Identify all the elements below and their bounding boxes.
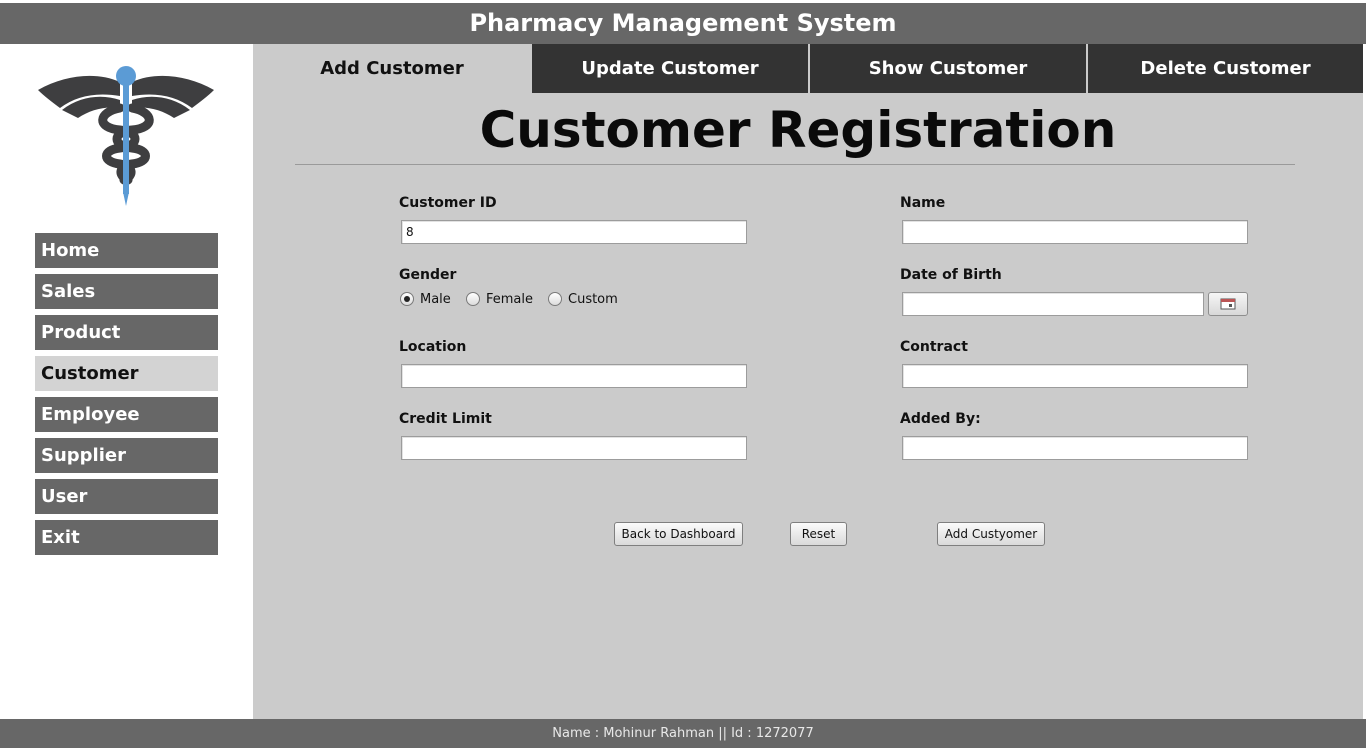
sidebar-item-label: Employee	[41, 404, 140, 425]
radio-unselected-icon	[548, 292, 562, 306]
sidebar-item-label: Home	[41, 240, 100, 261]
calendar-button[interactable]	[1208, 292, 1248, 316]
radio-selected-icon	[400, 292, 414, 306]
radio-label: Custom	[568, 291, 618, 307]
tab-update-customer[interactable]: Update Customer	[532, 44, 808, 93]
gender-radio-male[interactable]: Male	[400, 290, 451, 308]
add-customer-button[interactable]: Add Custyomer	[937, 522, 1045, 546]
radio-label: Female	[486, 291, 534, 307]
radio-unselected-icon	[466, 292, 480, 306]
gender-radio-female[interactable]: Female	[466, 290, 533, 308]
name-label: Name	[900, 195, 946, 211]
sidebar-item-label: Supplier	[41, 445, 126, 466]
sidebar-item-product[interactable]: Product	[35, 315, 218, 350]
sidebar-item-home[interactable]: Home	[35, 233, 218, 268]
sidebar-item-customer[interactable]: Customer	[35, 356, 218, 391]
dob-input[interactable]	[902, 292, 1204, 316]
divider	[295, 164, 1295, 165]
sidebar-item-label: Sales	[41, 281, 96, 302]
tab-show-customer[interactable]: Show Customer	[810, 44, 1086, 93]
location-label: Location	[399, 339, 467, 355]
credit-limit-input[interactable]	[401, 436, 747, 460]
reset-button[interactable]: Reset	[790, 522, 847, 546]
tab-delete-customer[interactable]: Delete Customer	[1088, 44, 1363, 93]
sidebar-item-label: Exit	[41, 527, 80, 548]
tab-label: Update Customer	[581, 58, 759, 79]
sidebar-item-sales[interactable]: Sales	[35, 274, 218, 309]
footer: Name : Mohinur Rahman || Id : 1272077	[0, 719, 1366, 748]
sidebar-item-exit[interactable]: Exit	[35, 520, 218, 555]
calendar-icon	[1220, 298, 1236, 310]
sidebar-item-label: Product	[41, 322, 121, 343]
dob-label: Date of Birth	[900, 267, 1002, 283]
added-by-label: Added By:	[900, 411, 981, 427]
added-by-input[interactable]	[902, 436, 1248, 460]
sidebar: Home Sales Product Customer Employee Sup…	[0, 44, 253, 719]
app-title: Pharmacy Management System	[469, 9, 897, 37]
gender-label: Gender	[399, 267, 457, 283]
sidebar-item-supplier[interactable]: Supplier	[35, 438, 218, 473]
page-title: Customer Registration	[479, 101, 1117, 159]
app-title-bar: Pharmacy Management System	[0, 3, 1366, 44]
sidebar-item-label: User	[41, 486, 88, 507]
contract-input[interactable]	[902, 364, 1248, 388]
tab-label: Delete Customer	[1140, 58, 1311, 79]
contract-label: Contract	[900, 339, 968, 355]
tab-label: Add Customer	[320, 58, 464, 79]
gender-radio-custom[interactable]: Custom	[548, 290, 618, 308]
customer-id-label: Customer ID	[399, 195, 497, 211]
credit-limit-label: Credit Limit	[399, 411, 492, 427]
sidebar-item-user[interactable]: User	[35, 479, 218, 514]
tab-label: Show Customer	[868, 58, 1028, 79]
radio-label: Male	[420, 291, 451, 307]
location-input[interactable]	[401, 364, 747, 388]
name-input[interactable]	[902, 220, 1248, 244]
customer-id-input[interactable]	[401, 220, 747, 244]
tab-add-customer[interactable]: Add Customer	[253, 44, 531, 93]
back-to-dashboard-button[interactable]: Back to Dashboard	[614, 522, 743, 546]
sidebar-item-label: Customer	[41, 363, 139, 384]
footer-text: Name : Mohinur Rahman || Id : 1272077	[552, 726, 814, 741]
sidebar-item-employee[interactable]: Employee	[35, 397, 218, 432]
main-panel: Add Customer Update Customer Show Custom…	[253, 44, 1363, 719]
caduceus-logo-icon	[38, 66, 214, 206]
